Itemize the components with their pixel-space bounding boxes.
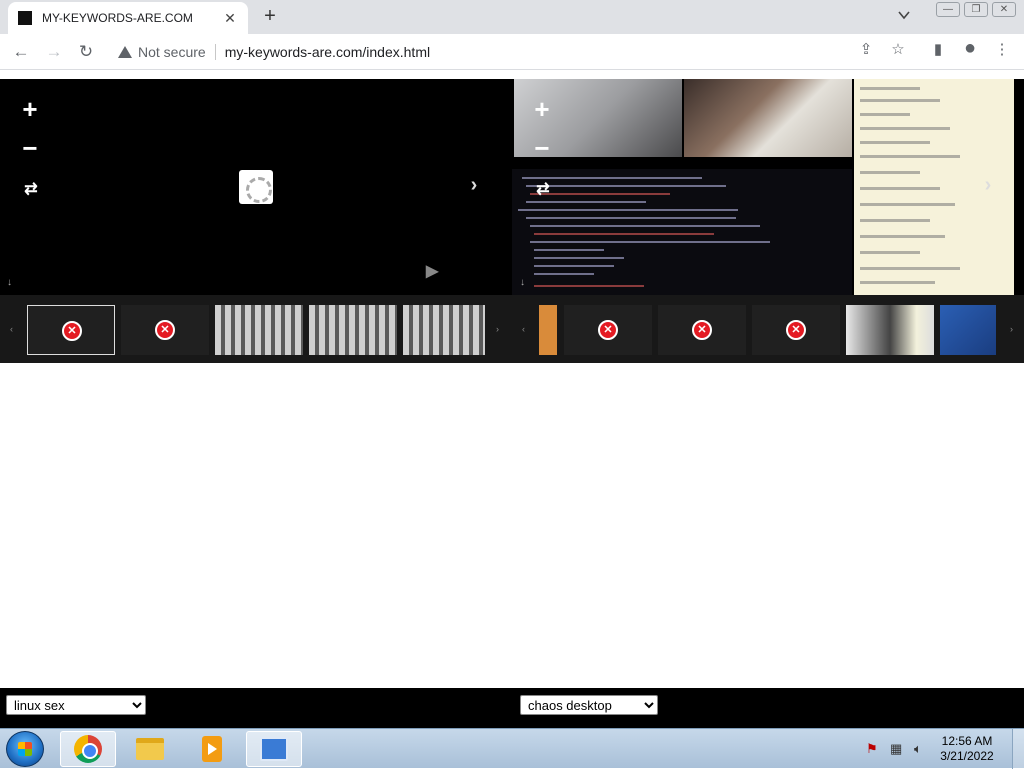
zoom-in-icon[interactable]: + (17, 96, 43, 122)
reload-button[interactable]: ↻ (75, 42, 97, 64)
tab-title: MY-KEYWORDS-ARE.COM (42, 11, 193, 25)
zoom-out-icon[interactable]: − (529, 135, 555, 161)
strip-next-icon[interactable]: › (1010, 324, 1013, 334)
network-warning-icon[interactable]: ⚑ (866, 741, 878, 757)
thumbnail-error[interactable]: ✕ (564, 305, 652, 355)
taskbar-media-player[interactable] (184, 731, 240, 767)
share-icon[interactable]: ⇪ (856, 40, 876, 58)
right-image-viewer[interactable]: + − ⇄ › ↓ (512, 79, 1024, 295)
zoom-out-icon[interactable]: − (17, 135, 43, 161)
thumbnail-image[interactable] (940, 305, 996, 355)
keyword-selector-bar: linux sex chaos desktop (0, 688, 1024, 728)
browser-menu-icon[interactable]: ⋮ (992, 40, 1012, 58)
left-image-viewer[interactable]: + − ⇄ › ↓ ▶ (0, 79, 512, 295)
start-button[interactable] (6, 731, 44, 767)
thumbnail-image[interactable] (215, 305, 303, 355)
control-panel-icon (260, 737, 288, 761)
rotate-icon[interactable]: ⇄ (20, 179, 42, 199)
thumbnail-error[interactable]: ✕ (752, 305, 840, 355)
download-arrow-icon[interactable]: ↓ (7, 277, 12, 288)
tab-search-chevron-icon[interactable] (896, 7, 912, 23)
loading-spinner-icon (239, 170, 273, 204)
left-thumbnail-strip: ‹ ✕ ✕ › (0, 295, 512, 363)
side-panel-icon[interactable]: ▮ (928, 40, 948, 58)
load-error-icon: ✕ (598, 320, 618, 340)
thumbnail-error[interactable]: ✕ (658, 305, 746, 355)
terminal-code-window (512, 169, 852, 295)
new-tab-button[interactable]: + (258, 5, 282, 28)
window-controls: — ❐ ✕ (936, 2, 1016, 17)
system-clock[interactable]: 12:56 AM 3/21/2022 (936, 734, 998, 764)
strip-next-icon[interactable]: › (496, 324, 499, 334)
strip-prev-icon[interactable]: ‹ (522, 324, 525, 334)
thumbnail-image[interactable] (846, 305, 934, 355)
address-bar[interactable]: Not secure my-keywords-are.com/index.htm… (106, 38, 846, 66)
tab-close-icon[interactable]: ✕ (222, 10, 238, 27)
right-thumbnail-strip: ‹ ✕ ✕ ✕ › (512, 295, 1024, 363)
left-keyword-select[interactable]: linux sex (6, 695, 146, 715)
restore-button[interactable]: ❐ (964, 2, 988, 17)
play-slideshow-icon[interactable]: ▶ (426, 261, 438, 281)
omnibox-divider (214, 44, 216, 60)
media-player-icon (202, 736, 222, 762)
bookmark-star-icon[interactable]: ☆ (888, 40, 908, 58)
thumbnail-error[interactable]: ✕ (121, 305, 209, 355)
show-desktop-button[interactable] (1012, 729, 1024, 769)
thumbnail-image[interactable] (539, 305, 557, 355)
tab-strip: MY-KEYWORDS-ARE.COM ✕ + — ❐ ✕ (0, 0, 1024, 34)
load-error-icon: ✕ (62, 321, 82, 341)
minimize-button[interactable]: — (936, 2, 960, 17)
zoom-in-icon[interactable]: + (529, 96, 555, 122)
chrome-icon (74, 735, 102, 763)
rotate-icon[interactable]: ⇄ (532, 179, 554, 199)
folder-icon (136, 738, 164, 760)
load-error-icon: ✕ (692, 320, 712, 340)
taskbar-explorer[interactable] (122, 731, 178, 767)
forward-button[interactable]: → (43, 42, 65, 64)
url-text[interactable]: my-keywords-are.com/index.html (225, 44, 430, 60)
load-error-icon: ✕ (155, 320, 175, 340)
next-image-icon[interactable]: › (980, 174, 996, 197)
taskbar-chrome[interactable] (60, 731, 116, 767)
clock-date: 3/21/2022 (940, 749, 994, 763)
taskbar-control-panel[interactable] (246, 731, 302, 767)
thumbnail-image[interactable] (309, 305, 397, 355)
profile-avatar-icon[interactable]: ● (960, 37, 980, 60)
windows-taskbar: ⚑ ▦ 🔈︎ 12:56 AM 3/21/2022 (0, 728, 1024, 769)
not-secure-warning-icon[interactable] (118, 46, 132, 58)
volume-icon[interactable]: 🔈︎ (914, 741, 922, 757)
browser-tab[interactable]: MY-KEYWORDS-ARE.COM ✕ (8, 2, 248, 34)
clock-time: 12:56 AM (941, 734, 993, 748)
load-error-icon: ✕ (786, 320, 806, 340)
download-arrow-icon[interactable]: ↓ (520, 277, 525, 288)
back-button[interactable]: ← (10, 42, 32, 64)
thumbnail-image[interactable] (403, 305, 485, 355)
projector-window (684, 79, 852, 157)
network-icon[interactable]: ▦ (890, 741, 902, 757)
strip-prev-icon[interactable]: ‹ (10, 324, 13, 334)
close-window-button[interactable]: ✕ (992, 2, 1016, 17)
security-label[interactable]: Not secure (138, 44, 206, 60)
thumbnail-error[interactable]: ✕ (27, 305, 115, 355)
next-image-icon[interactable]: › (466, 174, 482, 197)
site-favicon-icon (18, 11, 32, 25)
right-keyword-select[interactable]: chaos desktop (520, 695, 658, 715)
